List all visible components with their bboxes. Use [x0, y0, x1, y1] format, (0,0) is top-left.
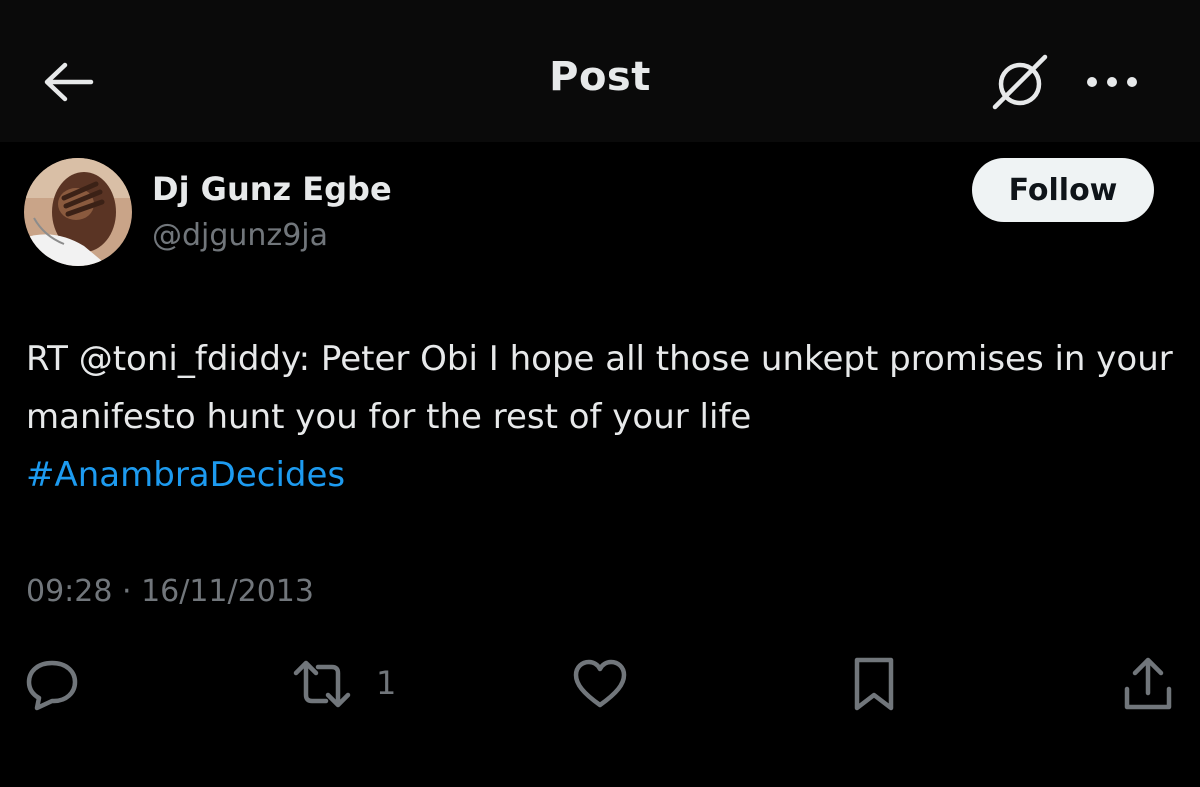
share-icon: [1124, 657, 1172, 710]
grok-icon: [992, 54, 1048, 110]
grok-button[interactable]: [988, 50, 1052, 114]
avatar-photo: [24, 158, 132, 266]
retweet-count: 1: [376, 664, 397, 702]
retweet-button[interactable]: [290, 652, 354, 716]
reply-button[interactable]: [20, 652, 84, 716]
like-button[interactable]: [568, 652, 632, 716]
hashtag-link[interactable]: #AnambraDecides: [26, 446, 1176, 504]
author-handle[interactable]: @djgunz9ja: [152, 218, 328, 253]
more-options-button[interactable]: [1080, 58, 1144, 106]
avatar[interactable]: [24, 158, 132, 266]
reply-icon: [26, 660, 78, 711]
follow-button[interactable]: Follow: [972, 158, 1154, 222]
post-timestamp[interactable]: 09:28 · 16/11/2013: [26, 574, 314, 609]
post-text: RT @toni_fdiddy: Peter Obi I hope all th…: [26, 339, 1173, 437]
post-body: RT @toni_fdiddy: Peter Obi I hope all th…: [26, 330, 1176, 504]
bookmark-icon: [854, 657, 894, 711]
retweet-icon: [293, 660, 351, 708]
share-button[interactable]: [1116, 652, 1180, 716]
heart-icon: [573, 659, 627, 708]
author-display-name[interactable]: Dj Gunz Egbe: [152, 170, 392, 208]
bookmark-button[interactable]: [842, 652, 906, 716]
more-horizontal-icon: [1087, 77, 1137, 87]
